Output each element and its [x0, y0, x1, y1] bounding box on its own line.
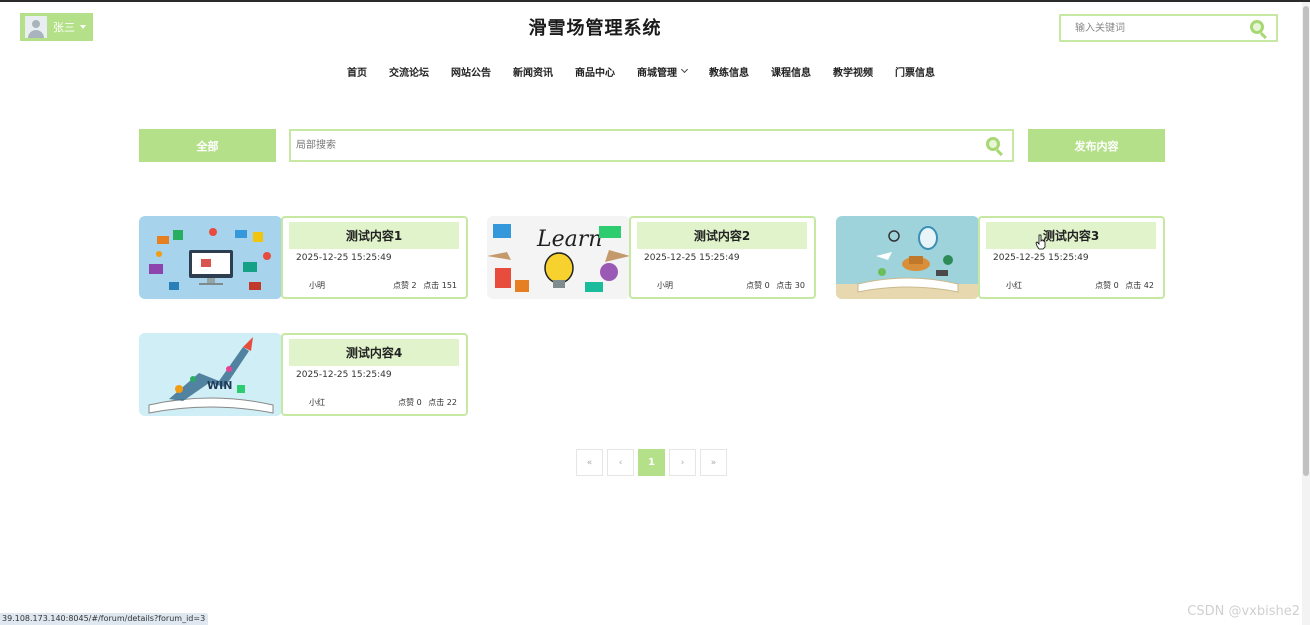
- post-author: 小红: [1006, 281, 1022, 290]
- svg-text:WIN: WIN: [207, 379, 232, 392]
- nav-item-announcements[interactable]: 网站公告: [451, 64, 491, 79]
- post-thumbnail[interactable]: WIN: [139, 333, 282, 416]
- local-search-box: [289, 129, 1014, 162]
- site-title: 滑雪场管理系统: [528, 18, 662, 39]
- post-time: 2025-12-25 15:25:49: [296, 370, 392, 380]
- search-icon[interactable]: [1250, 20, 1268, 40]
- click-count: 点击 151: [423, 281, 457, 290]
- nav-item-mall-management-label: 商城管理: [637, 67, 677, 79]
- local-search-input[interactable]: [291, 131, 941, 160]
- like-count: 点赞 0: [1095, 281, 1119, 290]
- post-card[interactable]: 测试内容1 2025-12-25 15:25:49 小明 点赞 2 点击 151: [139, 216, 468, 299]
- nav-item-home[interactable]: 首页: [347, 64, 367, 79]
- post-info: 测试内容4 2025-12-25 15:25:49 小红 点赞 0 点击 22: [281, 333, 468, 416]
- prev-page-button[interactable]: ‹: [607, 449, 634, 476]
- post-thumbnail[interactable]: [139, 216, 282, 299]
- post-card[interactable]: Learn 测试内容2 2025-12-25 15:25:49 小明 点赞 0 …: [487, 216, 816, 299]
- nav-item-tickets[interactable]: 门票信息: [895, 64, 935, 79]
- nav-item-goods-center[interactable]: 商品中心: [575, 64, 615, 79]
- first-page-button[interactable]: «: [576, 449, 603, 476]
- post-title[interactable]: 测试内容2: [637, 222, 807, 249]
- post-card[interactable]: 测试内容3 2025-12-25 15:25:49 小红 点赞 0 点击 42: [836, 216, 1165, 299]
- scrollbar[interactable]: [1302, 2, 1310, 625]
- post-author: 小红: [309, 398, 325, 407]
- post-title[interactable]: 测试内容1: [289, 222, 459, 249]
- post-time: 2025-12-25 15:25:49: [644, 253, 740, 263]
- search-icon[interactable]: [986, 137, 1004, 157]
- keyword-search-input[interactable]: [1061, 16, 1241, 41]
- last-page-button[interactable]: »: [700, 449, 727, 476]
- click-count: 点击 42: [1125, 281, 1154, 290]
- post-stats: 点赞 2 点击 151: [389, 280, 457, 291]
- svg-text:Learn: Learn: [536, 227, 602, 252]
- nav-item-forum[interactable]: 交流论坛: [389, 64, 429, 79]
- post-stats: 点赞 0 点击 42: [1091, 280, 1154, 291]
- nav-item-news[interactable]: 新闻资讯: [513, 64, 553, 79]
- publish-button[interactable]: 发布内容: [1028, 129, 1165, 162]
- like-count: 点赞 2: [393, 281, 417, 290]
- status-bar-url: 39.108.173.140:8045/#/forum/details?foru…: [0, 613, 209, 625]
- nav-item-courses[interactable]: 课程信息: [771, 64, 811, 79]
- post-title[interactable]: 测试内容4: [289, 339, 459, 366]
- all-button[interactable]: 全部: [139, 129, 276, 162]
- like-count: 点赞 0: [398, 398, 422, 407]
- click-count: 点击 22: [428, 398, 457, 407]
- top-search-box: [1059, 14, 1278, 42]
- page-1-button[interactable]: 1: [638, 449, 665, 476]
- post-thumbnail[interactable]: [836, 216, 979, 299]
- post-author: 小明: [309, 281, 325, 290]
- pagination: « ‹ 1 › »: [576, 449, 731, 476]
- like-count: 点赞 0: [746, 281, 770, 290]
- post-title[interactable]: 测试内容3: [986, 222, 1156, 249]
- post-info: 测试内容3 2025-12-25 15:25:49 小红 点赞 0 点击 42: [978, 216, 1165, 299]
- post-info: 测试内容1 2025-12-25 15:25:49 小明 点赞 2 点击 151: [281, 216, 468, 299]
- main-nav: 首页 交流论坛 网站公告 新闻资讯 商品中心 商城管理 教练信息 课程信息 教学…: [347, 64, 957, 79]
- post-card[interactable]: WIN 测试内容4 2025-12-25 15:25:49 小红 点赞 0 点击…: [139, 333, 468, 416]
- click-count: 点击 30: [776, 281, 805, 290]
- nav-item-mall-management[interactable]: 商城管理: [637, 64, 689, 79]
- nav-item-videos[interactable]: 教学视频: [833, 64, 873, 79]
- scrollbar-thumb[interactable]: [1303, 6, 1309, 476]
- next-page-button[interactable]: ›: [669, 449, 696, 476]
- post-time: 2025-12-25 15:25:49: [993, 253, 1089, 263]
- post-stats: 点赞 0 点击 22: [394, 397, 457, 408]
- post-stats: 点赞 0 点击 30: [742, 280, 805, 291]
- post-info: 测试内容2 2025-12-25 15:25:49 小明 点赞 0 点击 30: [629, 216, 816, 299]
- chevron-down-icon: [680, 65, 689, 74]
- post-time: 2025-12-25 15:25:49: [296, 253, 392, 263]
- post-author: 小明: [657, 281, 673, 290]
- hand-cursor-icon: [1035, 234, 1046, 250]
- post-thumbnail[interactable]: Learn: [487, 216, 630, 299]
- watermark: CSDN @vxbishe2: [1187, 604, 1300, 619]
- nav-item-coaches[interactable]: 教练信息: [709, 64, 749, 79]
- window-top-border: [0, 0, 1310, 2]
